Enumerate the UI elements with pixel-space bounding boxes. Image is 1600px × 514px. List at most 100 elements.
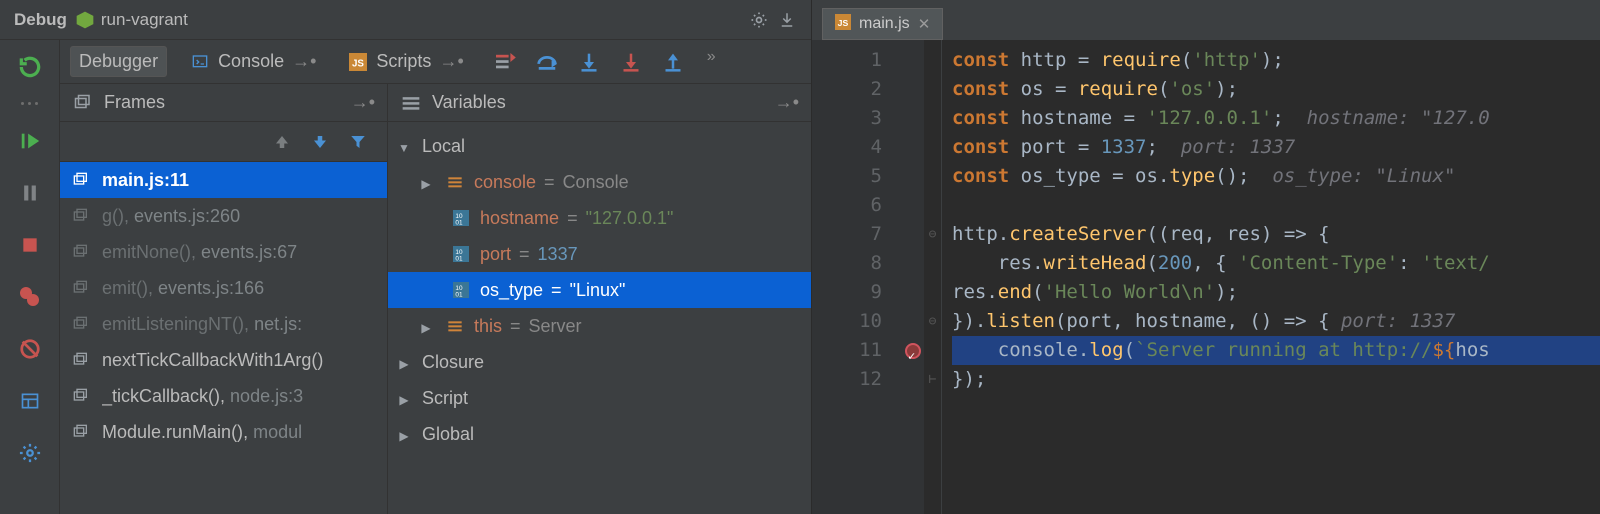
debug-gutter xyxy=(0,40,60,514)
tab-debugger[interactable]: Debugger xyxy=(70,46,167,77)
tab-label: Debugger xyxy=(79,51,158,72)
frames-list[interactable]: main.js:11 g(), events.js:260 emitNone()… xyxy=(60,162,387,514)
fold-marker[interactable]: ⊖ xyxy=(924,307,941,336)
scope-local[interactable]: Local xyxy=(388,128,811,164)
breakpoint-icon[interactable] xyxy=(905,343,921,359)
frame-row[interactable]: Module.runMain(), modul xyxy=(60,414,387,450)
primitive-icon: 1001 xyxy=(450,243,472,265)
js-icon: JS xyxy=(835,14,851,35)
frame-row[interactable]: emitListeningNT(), net.js: xyxy=(60,306,387,342)
settings-button[interactable] xyxy=(10,436,50,470)
view-breakpoints-button[interactable] xyxy=(10,280,50,314)
tab-scripts[interactable]: JS Scripts →• xyxy=(339,46,472,77)
frames-header: Frames →• xyxy=(60,84,387,122)
resume-button[interactable] xyxy=(10,124,50,158)
gear-icon[interactable] xyxy=(745,6,773,34)
frames-title: Frames xyxy=(104,92,165,113)
frames-filter-button[interactable] xyxy=(347,131,369,153)
editor-tabs: JS main.js ✕ xyxy=(812,0,1600,40)
frames-pane: Frames →• main.js:11 xyxy=(60,84,388,514)
debug-tabs: Debugger Console →• JS Scripts →• xyxy=(60,40,811,84)
variables-tree[interactable]: Local console = Console 1001hostname = "… xyxy=(388,122,811,514)
debug-main: Debugger Console →• JS Scripts →• xyxy=(60,40,811,514)
code-area[interactable]: const http = require('http'); const os =… xyxy=(942,40,1600,514)
frame-row[interactable]: emit(), events.js:166 xyxy=(60,270,387,306)
frames-icon xyxy=(72,92,94,114)
scope-script[interactable]: Script xyxy=(388,380,811,416)
object-icon xyxy=(444,171,466,193)
var-console[interactable]: console = Console xyxy=(388,164,811,200)
step-toolbar: » xyxy=(491,48,716,76)
frame-row[interactable]: _tickCallback(), node.js:3 xyxy=(60,378,387,414)
pin-icon[interactable]: →• xyxy=(439,51,463,72)
step-into-button[interactable] xyxy=(575,48,603,76)
js-icon: JS xyxy=(348,52,368,72)
debug-tool-window: Debug run-vagrant xyxy=(0,0,812,514)
variables-title: Variables xyxy=(432,92,506,113)
var-hostname[interactable]: 1001hostname = "127.0.0.1" xyxy=(388,200,811,236)
show-execution-point-button[interactable] xyxy=(491,48,519,76)
tab-label: Scripts xyxy=(376,51,431,72)
frame-row[interactable]: nextTickCallbackWith1Arg() xyxy=(60,342,387,378)
mute-breakpoints-button[interactable] xyxy=(10,332,50,366)
pin-icon[interactable]: →• xyxy=(775,92,799,113)
var-this[interactable]: this = Server xyxy=(388,308,811,344)
more-icon[interactable]: » xyxy=(707,48,716,76)
frame-icon xyxy=(70,385,92,407)
rerun-button[interactable] xyxy=(10,50,50,84)
svg-text:JS: JS xyxy=(352,58,364,69)
variables-header: Variables →• xyxy=(388,84,811,122)
step-over-button[interactable] xyxy=(533,48,561,76)
step-out-button[interactable] xyxy=(659,48,687,76)
close-icon[interactable]: ✕ xyxy=(918,15,931,33)
frame-icon xyxy=(70,205,92,227)
svg-text:01: 01 xyxy=(455,255,463,262)
fold-gutter[interactable]: ⊖ ⊖ ⊢ xyxy=(924,40,942,514)
line-number-gutter[interactable]: 1 2 3 4 5 6 7 8 9 10 11 12 xyxy=(812,40,902,514)
run-config-name: run-vagrant xyxy=(101,10,188,30)
var-port[interactable]: 1001port = 1337 xyxy=(388,236,811,272)
frame-icon xyxy=(70,277,92,299)
editor-area[interactable]: 1 2 3 4 5 6 7 8 9 10 11 12 ⊖ ⊖ ⊢ xyxy=(812,40,1600,514)
pin-icon[interactable]: →• xyxy=(351,92,375,113)
force-step-into-button[interactable] xyxy=(617,48,645,76)
primitive-icon: 1001 xyxy=(450,207,472,229)
svg-text:01: 01 xyxy=(455,291,463,298)
var-os-type[interactable]: 1001os_type = "Linux" xyxy=(388,272,811,308)
fold-end-marker[interactable]: ⊢ xyxy=(924,365,941,394)
variables-icon xyxy=(400,92,422,114)
layout-button[interactable] xyxy=(10,384,50,418)
editor-tab-label: main.js xyxy=(859,15,910,33)
frame-row[interactable]: emitNone(), events.js:67 xyxy=(60,234,387,270)
editor-panel: JS main.js ✕ 1 2 3 4 5 6 7 8 9 10 11 12 xyxy=(812,0,1600,514)
editor-tab-main-js[interactable]: JS main.js ✕ xyxy=(822,8,943,40)
frame-icon xyxy=(70,421,92,443)
debug-header: Debug run-vagrant xyxy=(0,0,811,40)
variables-pane: Variables →• Local console = Console 100… xyxy=(388,84,811,514)
execution-line: console.log(`Server running at http://${… xyxy=(952,336,1600,365)
frame-icon xyxy=(70,241,92,263)
stop-button[interactable] xyxy=(10,228,50,262)
tab-label: Console xyxy=(218,51,284,72)
fold-marker[interactable]: ⊖ xyxy=(924,220,941,249)
frames-toolbar xyxy=(60,122,387,162)
scope-global[interactable]: Global xyxy=(388,416,811,452)
frame-icon xyxy=(70,169,92,191)
object-icon xyxy=(444,315,466,337)
pin-icon[interactable]: →• xyxy=(292,51,316,72)
console-icon xyxy=(190,52,210,72)
tab-console[interactable]: Console →• xyxy=(181,46,325,77)
frame-up-button[interactable] xyxy=(271,131,293,153)
frame-label: main.js:11 xyxy=(102,170,189,191)
frame-down-button[interactable] xyxy=(309,131,331,153)
scope-closure[interactable]: Closure xyxy=(388,344,811,380)
svg-text:01: 01 xyxy=(455,219,463,226)
frame-row[interactable]: main.js:11 xyxy=(60,162,387,198)
primitive-icon: 1001 xyxy=(450,279,472,301)
frame-icon xyxy=(70,349,92,371)
breakpoint-gutter[interactable] xyxy=(902,40,924,514)
download-icon[interactable] xyxy=(773,6,801,34)
frame-row[interactable]: g(), events.js:260 xyxy=(60,198,387,234)
nodejs-icon xyxy=(75,10,95,30)
pause-button[interactable] xyxy=(10,176,50,210)
